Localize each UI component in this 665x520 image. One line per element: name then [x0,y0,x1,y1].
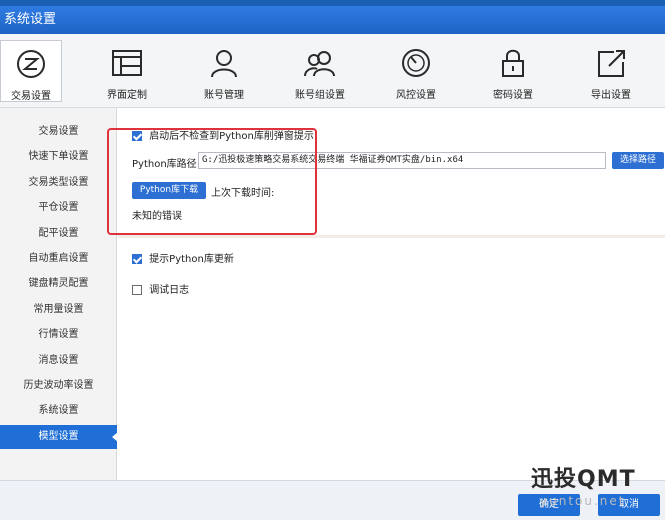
tab-export[interactable]: 导出设置 [580,40,642,102]
sidebar-item-historical-volatility[interactable]: 历史波动率设置 [0,374,117,398]
sidebar-item-quick-order[interactable]: 快速下单设置 [0,145,117,169]
tab-ui-customize-label: 界面定制 [107,90,147,101]
tab-trade-settings[interactable]: 交易设置 [0,40,62,102]
user-icon [211,50,237,78]
user-group-icon [304,51,335,77]
sidebar-item-system[interactable]: 系统设置 [0,399,117,423]
lock-icon [502,49,524,77]
tab-account-management-label: 账号管理 [204,90,244,101]
tab-risk-control[interactable]: 风控设置 [385,40,447,102]
tab-ui-customize[interactable]: 界面定制 [96,40,158,102]
tab-password[interactable]: 密码设置 [482,40,544,102]
tab-risk-control-label: 风控设置 [396,90,436,101]
python-path-input[interactable]: G:/迅投极速策略交易系统交易终端 华福证券QMT实盘/bin.x64 [198,152,606,169]
layout-grid-icon [112,50,142,76]
choose-path-button[interactable]: 选择路径 [612,152,664,169]
tab-export-label: 导出设置 [591,90,631,101]
sidebar-item-common-quantity[interactable]: 常用量设置 [0,298,117,322]
settings-toolbar: 交易设置 界面定制 账号管理 账号组设置 风控设置 密码设置 导出设置 [0,34,665,108]
tab-trade-settings-label: 交易设置 [11,91,51,102]
sidebar-item-trade-type[interactable]: 交易类型设置 [0,171,117,195]
debug-log-row: 调试日志 [132,281,189,296]
gauge-icon [402,49,430,77]
debug-log-checkbox[interactable] [132,285,142,295]
section-divider [118,235,665,238]
trade-z-icon [17,50,45,78]
sidebar-item-auto-restart[interactable]: 自动重启设置 [0,247,117,271]
error-text: 未知的错误 [132,211,182,222]
last-download-label: 上次下载时间: [211,188,275,199]
update-prompt-row: 提示Python库更新 [132,250,234,265]
python-download-button[interactable]: Python库下载 [132,182,206,199]
sidebar-item-close-position[interactable]: 平仓设置 [0,196,117,220]
sidebar-item-balance[interactable]: 配平设置 [0,222,117,246]
debug-log-label: 调试日志 [149,285,190,296]
export-icon [598,50,625,77]
tab-account-group[interactable]: 账号组设置 [289,40,351,102]
startup-check-label: 启动后不检查到Python库削弹窗提示 [149,131,314,142]
tab-account-group-label: 账号组设置 [295,90,345,101]
settings-sidebar: 交易设置 快速下单设置 交易类型设置 平仓设置 配平设置 自动重启设置 键盘精灵… [0,108,118,480]
sidebar-item-market-data[interactable]: 行情设置 [0,323,117,347]
watermark-site: yuntou.net [540,494,626,508]
model-settings-panel: 启动后不检查到Python库削弹窗提示 Python库路径 G:/迅投极速策略交… [118,108,665,480]
tab-password-label: 密码设置 [493,90,533,101]
sidebar-item-messages[interactable]: 消息设置 [0,349,117,373]
update-prompt-label: 提示Python库更新 [149,254,234,265]
startup-check-checkbox[interactable] [132,131,142,141]
sidebar-item-model[interactable]: 模型设置 [0,425,118,449]
update-prompt-checkbox[interactable] [132,254,142,264]
python-path-label: Python库路径 [132,159,197,170]
sidebar-item-keyboard-wizard[interactable]: 键盘精灵配置 [0,272,117,296]
tab-account-management[interactable]: 账号管理 [193,40,255,102]
startup-check-row: 启动后不检查到Python库削弹窗提示 [132,127,314,142]
sidebar-item-trade-settings[interactable]: 交易设置 [0,120,117,144]
watermark-brand: 迅投QMT [531,467,636,492]
window-title: 系统设置 [0,6,665,34]
